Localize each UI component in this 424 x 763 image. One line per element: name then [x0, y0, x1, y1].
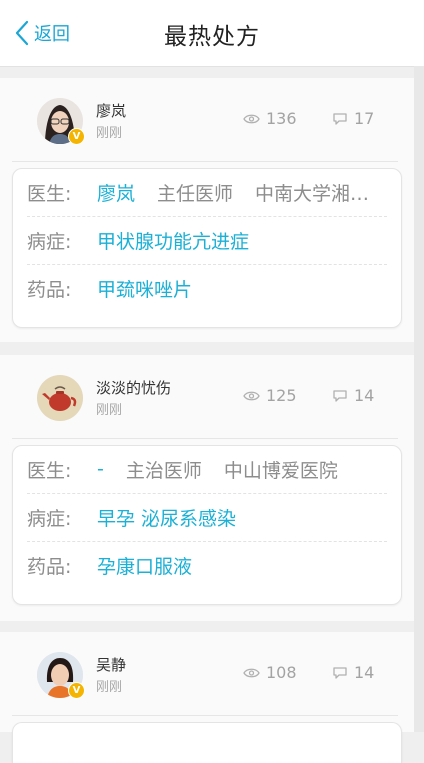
divider: [12, 161, 398, 162]
doctor-label: 医生:: [27, 182, 72, 205]
drug-label: 药品:: [27, 555, 72, 578]
prescription-detail[interactable]: [12, 722, 402, 763]
doctor-title: 主任医师: [157, 182, 234, 205]
comment-icon: [333, 112, 347, 125]
comment-count[interactable]: 17: [332, 109, 374, 128]
hospital-name: 中山博爱医院: [223, 459, 338, 482]
drug-row: 药品: 孕康口服液: [27, 542, 387, 588]
eye-icon: [243, 114, 260, 123]
doctor-name[interactable]: -: [97, 458, 104, 480]
post-time: 刚刚: [96, 403, 123, 418]
drug-label: 药品:: [27, 278, 72, 301]
post-time: 刚刚: [96, 126, 123, 141]
card-header: V 吴静 刚刚 108 14: [0, 632, 414, 716]
disease-row: 病症: 早孕 泌尿系感染: [27, 494, 387, 542]
comment-icon: [333, 666, 347, 679]
avatar[interactable]: [37, 375, 83, 421]
prescription-detail[interactable]: 医生: - 主治医师 中山博爱医院 病症: 早孕 泌尿系感染 药品: 孕康口服液: [12, 445, 402, 605]
prescription-card[interactable]: V 廖岚 刚刚 136 17 医生: 廖岚 主任医师 中南大学湘雅医院 病症: …: [0, 78, 414, 342]
user-name[interactable]: 吴静: [96, 654, 126, 675]
disease-value[interactable]: 甲状腺功能亢进症: [97, 227, 249, 254]
prescription-card[interactable]: V 吴静 刚刚 108 14: [0, 632, 414, 763]
doctor-title: 主治医师: [125, 459, 202, 482]
view-count: 108: [243, 663, 297, 682]
view-count-value: 125: [266, 386, 297, 405]
disease-row: 病症: 甲状腺功能亢进症: [27, 217, 387, 265]
divider: [12, 715, 398, 716]
hospital-name: 中南大学湘雅医院: [255, 182, 387, 205]
disease-label: 病症:: [27, 230, 72, 253]
view-count-value: 108: [266, 663, 297, 682]
disease-value[interactable]: 早孕 泌尿系感染: [97, 504, 236, 531]
divider: [12, 438, 398, 439]
comment-count[interactable]: 14: [332, 386, 374, 405]
user-name[interactable]: 廖岚: [96, 100, 126, 121]
drug-row: 药品: 甲巯咪唑片: [27, 265, 387, 311]
disease-label: 病症:: [27, 507, 72, 530]
post-time: 刚刚: [96, 680, 123, 695]
doctor-row: 医生: - 主治医师 中山博爱医院: [27, 446, 387, 494]
drug-value[interactable]: 孕康口服液: [97, 552, 192, 579]
verified-badge-icon: V: [68, 128, 85, 145]
prescription-detail[interactable]: 医生: 廖岚 主任医师 中南大学湘雅医院 病症: 甲状腺功能亢进症 药品: 甲巯…: [12, 168, 402, 328]
comment-count-value: 14: [354, 663, 375, 682]
doctor-row: 医生: 廖岚 主任医师 中南大学湘雅医院: [27, 169, 387, 217]
user-name[interactable]: 淡淡的忧伤: [96, 377, 171, 398]
doctor-label: 医生:: [27, 459, 72, 482]
doctor-name[interactable]: 廖岚: [97, 179, 135, 206]
scroll-track: [414, 66, 424, 732]
card-header: 淡淡的忧伤 刚刚 125 14: [0, 355, 414, 439]
prescription-card[interactable]: 淡淡的忧伤 刚刚 125 14 医生: - 主治医师 中山博爱医院 病症: 早孕…: [0, 355, 414, 621]
comment-count-value: 14: [354, 386, 375, 405]
comment-count-value: 17: [354, 109, 375, 128]
verified-badge-icon: V: [68, 682, 85, 699]
comment-icon: [333, 389, 347, 402]
eye-icon: [243, 391, 260, 400]
drug-value[interactable]: 甲巯咪唑片: [97, 275, 192, 302]
view-count: 125: [243, 386, 297, 405]
view-count: 136: [243, 109, 297, 128]
page-title: 最热处方: [164, 24, 260, 50]
eye-icon: [243, 668, 260, 677]
card-header: V 廖岚 刚刚 136 17: [0, 78, 414, 162]
top-bar: 返回 最热处方: [0, 0, 424, 67]
teapot-avatar-icon: [37, 375, 83, 421]
comment-count[interactable]: 14: [332, 663, 374, 682]
view-count-value: 136: [266, 109, 297, 128]
